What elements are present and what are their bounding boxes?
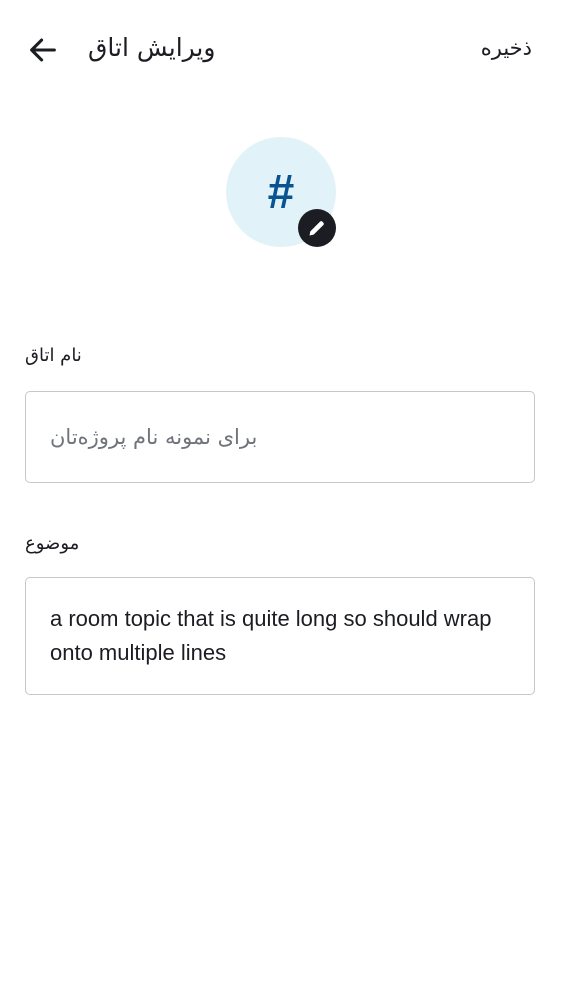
topic-label: موضوع — [25, 533, 80, 554]
room-name-input[interactable]: برای نمونه نام پروژه‌تان — [25, 391, 535, 483]
topic-value: a room topic that is quite long so shoul… — [50, 606, 492, 665]
room-name-placeholder: برای نمونه نام پروژه‌تان — [50, 425, 258, 449]
topic-input[interactable]: a room topic that is quite long so shoul… — [25, 577, 535, 695]
save-button[interactable]: ذخیره — [481, 30, 532, 66]
room-name-label: نام اتاق — [25, 345, 82, 366]
page-title: ویرایش اتاق — [88, 33, 216, 62]
edit-avatar-button[interactable] — [298, 209, 336, 247]
back-button[interactable] — [26, 33, 60, 67]
pencil-icon — [309, 221, 324, 236]
arrow-left-icon — [30, 38, 56, 62]
